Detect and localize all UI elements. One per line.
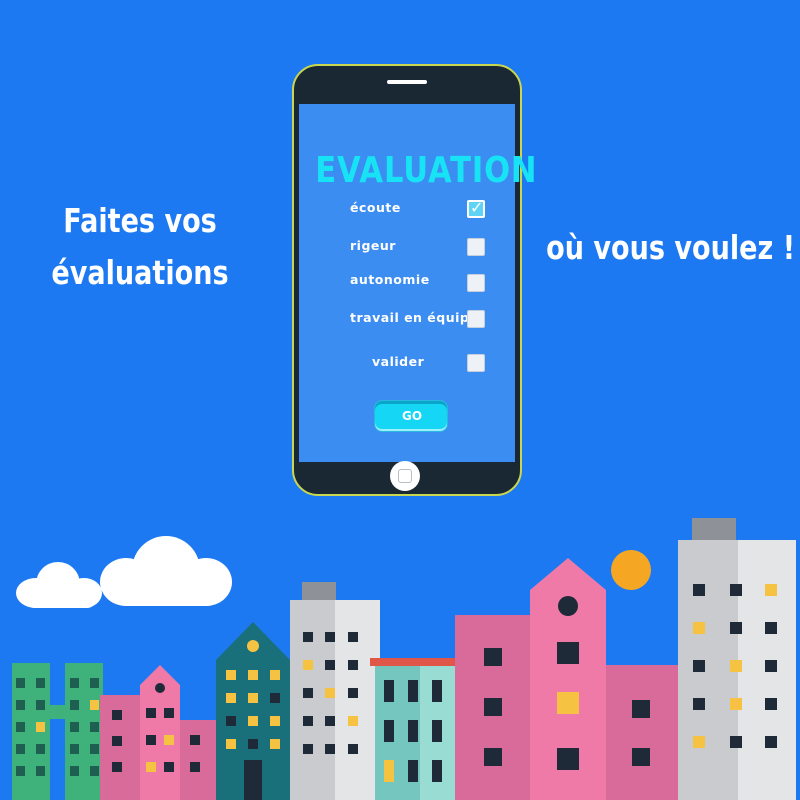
building-pink-right [455,558,680,800]
building-pink-left [100,665,220,800]
building-green [12,663,103,800]
checkbox-valider[interactable] [467,354,485,372]
city-skyline [12,518,796,800]
item-label-rigeur: rigeur [350,238,396,253]
checkbox-rigeur[interactable] [467,238,485,256]
go-button-label: GO [401,409,423,423]
go-button[interactable]: GO [374,400,448,432]
phone-speaker [387,80,427,84]
building-grey-middle [290,582,380,800]
building-teal [216,622,290,800]
home-button[interactable] [390,461,420,491]
building-light-teal [370,658,462,800]
checkbox-autonomie[interactable] [467,274,485,292]
left-tagline-line-1: Faites vos [63,201,217,240]
item-label-autonomie: autonomie [350,272,430,287]
left-tagline: Faites vos évaluations [42,195,239,299]
item-label-valider: valider [372,354,425,369]
evaluation-title: EVALUATION [315,150,538,191]
item-label-ecoute: écoute [350,200,401,215]
phone-device: EVALUATION écoute ✓ rigeur autonomie tra… [292,64,538,496]
phone-screen: EVALUATION écoute ✓ rigeur autonomie tra… [299,104,538,462]
checkbox-ecoute[interactable]: ✓ [467,198,485,218]
checkbox-travail-en-equipe[interactable] [467,310,485,328]
home-button-icon [398,469,412,483]
left-tagline-line-2: évaluations [51,253,229,292]
right-tagline: où vous voulez ! [546,228,796,267]
checkmark-icon: ✓ [470,198,484,217]
item-label-travail-en-equipe: travail en équipe [350,310,479,325]
building-grey-right [678,518,796,800]
